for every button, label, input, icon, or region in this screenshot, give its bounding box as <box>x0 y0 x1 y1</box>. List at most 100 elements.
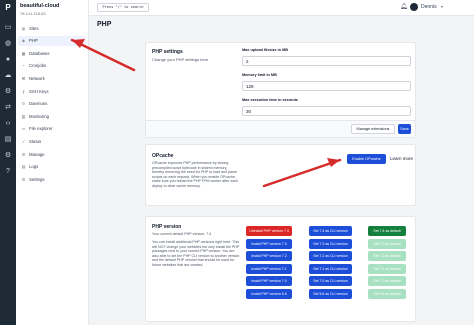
sidebar-item-settings[interactable]: ⚙ Settings <box>18 174 86 184</box>
sidebar-item-label: Cronjobs <box>29 63 47 69</box>
file-icon[interactable]: ▤ <box>4 136 12 144</box>
users-icon[interactable]: ● <box>4 56 12 64</box>
set-cli-version-button[interactable]: Set 7.3 as CLI version <box>309 238 352 249</box>
php-version-card: PHP version Your current default PHP ver… <box>145 216 416 322</box>
sidebar-item-logs[interactable]: ▤ Logs <box>18 162 86 172</box>
php-version-title: PHP version <box>152 224 182 230</box>
help-icon[interactable]: ? <box>4 168 12 176</box>
bell-icon[interactable]: 🔔︎ <box>400 3 408 10</box>
set-default-button[interactable]: Set 7.1 as default <box>368 263 406 274</box>
globe-icon: ◍ <box>21 25 26 31</box>
search-input[interactable]: Press "/" to search <box>97 3 149 12</box>
chart-icon: ▥ <box>21 113 26 119</box>
sidebar-item-label: Logs <box>29 164 39 170</box>
set-cli-version-button[interactable]: Set 7.1 as CLI version <box>309 263 352 274</box>
sidebar-item-cronjobs[interactable]: ◔ Cronjobs <box>18 61 86 71</box>
sidebar-item-monitoring[interactable]: ▥ Monitoring <box>18 111 86 121</box>
page-title: PHP <box>97 21 112 28</box>
set-default-button[interactable]: Set 7.0 as default <box>368 276 406 286</box>
sidebar-item-label: SSH Keys <box>29 88 49 94</box>
sidebar-item-status[interactable]: ✓ Status <box>18 136 86 146</box>
install-php-button[interactable]: Install PHP version 7.3 <box>246 238 292 249</box>
sidebar-item-network[interactable]: ⌘ Network <box>18 73 86 83</box>
set-cli-version-button[interactable]: Set 7.0 as CLI version <box>309 276 352 286</box>
server-ip: 78.141.218.63 <box>20 11 46 16</box>
php-settings-card: PHP settings Change your PHP settings he… <box>145 42 416 138</box>
chevron-down-icon[interactable]: ▾ <box>441 4 443 9</box>
database-icon: ▦ <box>21 50 26 56</box>
settings-icon[interactable]: ⚙ <box>4 88 12 96</box>
sidebar-item-label: Status <box>29 138 42 144</box>
key-icon: ⚷ <box>22 88 25 94</box>
sidebar-item-daemons[interactable]: ↻ Daemons <box>18 99 86 109</box>
sidebar-item-label: File explorer <box>29 126 53 132</box>
manage-extensions-button[interactable]: Manage extensions <box>351 124 395 134</box>
php-settings-subtitle: Change your PHP settings here <box>152 57 209 62</box>
sidebar-item-label: Sites <box>29 25 39 31</box>
php-version-current: Your current default PHP version: 7.4 <box>152 232 212 236</box>
gear-icon: ⚙ <box>21 176 26 182</box>
opcache-title: OPcache <box>152 153 174 159</box>
sidebar-item-ssh-keys[interactable]: ⚷ SSH Keys <box>18 86 86 96</box>
set-cli-version-button[interactable]: Set 7.2 as CLI version <box>309 251 352 261</box>
avatar[interactable] <box>410 3 418 11</box>
network-icon: ⌘ <box>21 75 26 81</box>
memory-limit-label: Memory limit in MB <box>242 73 277 77</box>
set-default-button[interactable]: Set 7.2 as default <box>368 251 406 261</box>
sidebar-item-label: Databases <box>29 50 50 56</box>
set-default-button[interactable]: Set 7.3 as default <box>368 238 406 249</box>
sidebar-item-label: Monitoring <box>29 113 50 119</box>
deploy-icon[interactable]: ⇄ <box>4 104 12 112</box>
sidebar-item-file-explorer[interactable]: ▭ File explorer <box>18 124 86 134</box>
code-icon[interactable]: ‹› <box>4 120 12 128</box>
php-icon: ◈ <box>21 38 26 44</box>
sidebar-item-databases[interactable]: ▦ Databases <box>18 48 86 58</box>
app-window: P ▭ ◍ ● ☁ ⚙ ⇄ ‹› ▤ ⚙ ? beautiful-cloud 7… <box>0 0 474 325</box>
sidebar-item-label: Manage <box>29 151 45 157</box>
upload-size-field[interactable] <box>242 56 411 66</box>
sidebar-item-label: PHP <box>29 38 38 44</box>
top-bar: Press "/" to search 🔔︎ Dennis ▾ <box>89 0 474 16</box>
logo[interactable]: P <box>3 3 13 13</box>
set-default-button[interactable]: Set 7.4 as default <box>368 226 406 236</box>
set-cli-version-button[interactable]: Set 5.6 as CLI version <box>309 288 352 299</box>
sidebar-item-php[interactable]: ◈ PHP <box>18 35 86 46</box>
php-settings-title: PHP settings <box>152 49 183 55</box>
folder-icon: ▭ <box>21 126 26 132</box>
sites-icon[interactable]: ◍ <box>4 40 12 48</box>
logs-icon: ▤ <box>21 164 26 170</box>
user-name[interactable]: Dennis <box>421 4 437 10</box>
server-name: beautiful-cloud <box>20 3 60 9</box>
sidebar-item-label: Network <box>29 75 45 81</box>
opcache-card: OPcache OPcache improves PHP performance… <box>145 144 416 206</box>
save-button[interactable]: Save <box>398 124 411 134</box>
manage-icon: ☰ <box>21 151 26 157</box>
gear-icon[interactable]: ⚙ <box>4 152 12 160</box>
install-php-button[interactable]: Install PHP version 7.0 <box>246 276 292 286</box>
daemon-icon: ↻ <box>21 101 26 107</box>
php-version-description: You can install additional PHP versions … <box>152 240 240 267</box>
install-php-button[interactable]: Install PHP version 7.2 <box>246 251 292 261</box>
set-cli-version-button[interactable]: Set 7.4 as CLI version <box>309 226 352 236</box>
sidebar-item-manage[interactable]: ☰ Manage <box>18 149 86 159</box>
install-php-button[interactable]: Install PHP version 5.6 <box>246 288 292 299</box>
opcache-description: OPcache improves PHP performance by stor… <box>152 161 239 188</box>
servers-icon[interactable]: ▭ <box>4 24 12 32</box>
memory-limit-field[interactable] <box>242 81 411 91</box>
cloud-icon[interactable]: ☁ <box>4 72 12 80</box>
sidebar-item-label: Daemons <box>29 101 48 107</box>
clock-icon: ◔ <box>22 63 25 69</box>
exec-time-field[interactable] <box>242 106 411 116</box>
status-icon: ✓ <box>21 138 26 144</box>
exec-time-label: Max execution time in seconds <box>242 98 298 102</box>
enable-opcache-button[interactable]: Enable OPcache <box>347 154 386 164</box>
sidebar-item-label: Settings <box>29 176 45 182</box>
sidebar-item-sites[interactable]: ◍ Sites <box>18 23 86 33</box>
uninstall-php-button[interactable]: Uninstall PHP version 7.4 <box>246 226 292 236</box>
icon-rail: P ▭ ◍ ● ☁ ⚙ ⇄ ‹› ▤ ⚙ ? <box>0 0 16 325</box>
php-settings-footer: Manage extensions Save <box>146 120 415 137</box>
server-sidebar: beautiful-cloud 78.141.218.63 ◍ Sites ◈ PHP… <box>16 0 89 325</box>
learn-more-link[interactable]: Learn more <box>390 156 413 161</box>
set-default-button[interactable]: Set 5.6 as default <box>368 288 406 299</box>
install-php-button[interactable]: Install PHP version 7.1 <box>246 263 292 274</box>
